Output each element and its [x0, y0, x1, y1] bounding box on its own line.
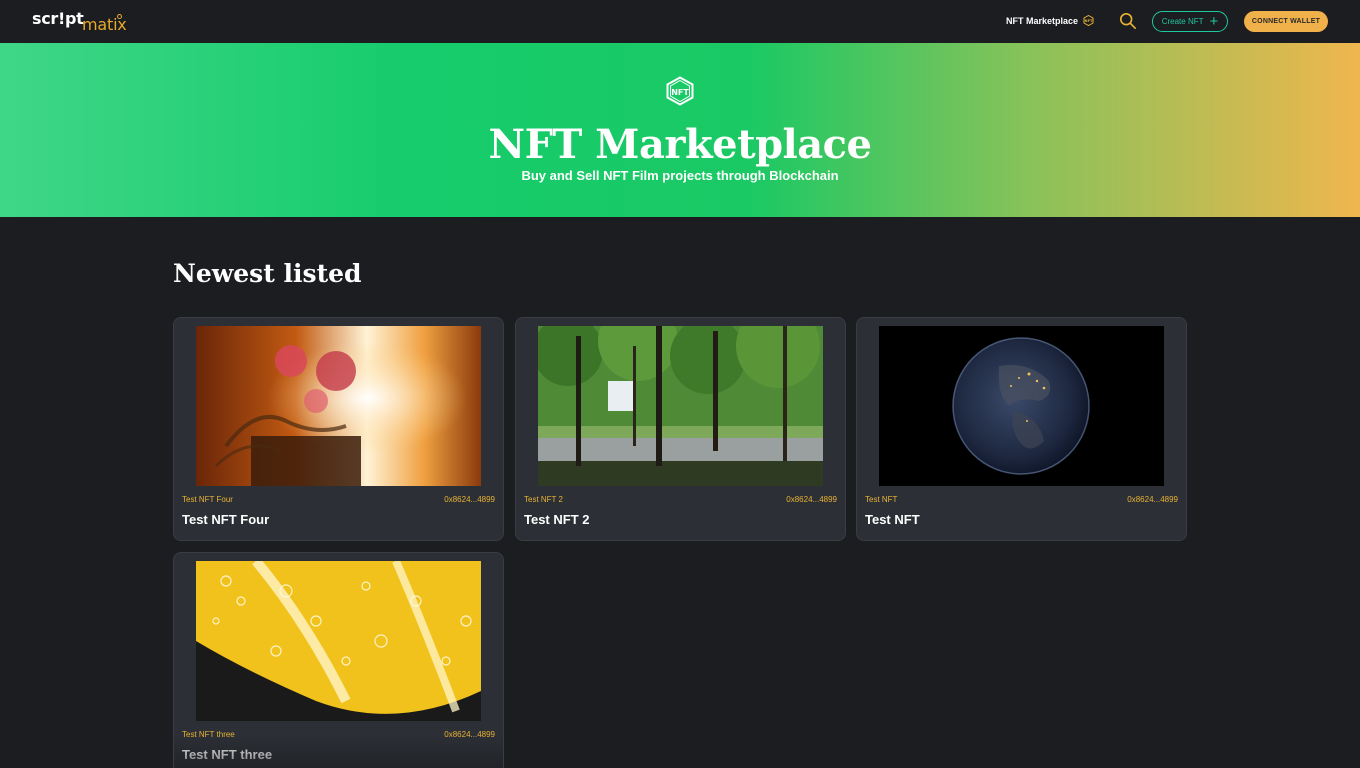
nft-card[interactable]: Test NFT Four 0x8624...4899 Test NFT Fou… — [173, 317, 504, 541]
create-nft-label: Create NFT — [1161, 17, 1204, 26]
nft-card-title: Test NFT three — [182, 747, 273, 762]
nft-thumbnail-earth — [879, 326, 1164, 486]
nft-hexagon-icon: NFT — [1083, 15, 1094, 26]
nav-link-label: NFT Marketplace — [1006, 15, 1079, 26]
nft-card-title: Test NFT Four — [182, 512, 270, 527]
nft-hexagon-icon: NFT — [666, 76, 694, 106]
nft-card-owner-address[interactable]: 0x8624...4899 — [1127, 495, 1178, 504]
nft-card-title: Test NFT — [865, 512, 920, 527]
nft-card[interactable]: Test NFT 0x8624...4899 Test NFT — [856, 317, 1187, 541]
nft-card-subtitle: Test NFT — [865, 495, 898, 504]
hero-banner: NFT NFT Marketplace Buy and Sell NFT Fil… — [0, 43, 1360, 217]
search-icon — [1119, 12, 1137, 30]
nav-link-nft-marketplace[interactable]: NFT Marketplace NFT — [1006, 15, 1094, 26]
nft-card-subtitle: Test NFT 2 — [524, 495, 563, 504]
plus-icon: + — [1209, 13, 1219, 30]
nft-card-owner-address[interactable]: 0x8624...4899 — [786, 495, 837, 504]
svg-text:NFT: NFT — [671, 88, 689, 97]
section-title-newest-listed: Newest listed — [173, 259, 362, 288]
nft-thumbnail-park — [538, 326, 823, 486]
top-navbar: scr!pt matix NFT Marketplace NFT Create … — [0, 0, 1360, 43]
hero-subtitle: Buy and Sell NFT Film projects through B… — [521, 168, 839, 183]
logo-dot-icon — [117, 14, 122, 19]
nft-card-owner-address[interactable]: 0x8624...4899 — [444, 495, 495, 504]
logo-part-script: scr!pt — [32, 9, 84, 28]
nft-card-owner-address[interactable]: 0x8624...4899 — [444, 730, 495, 739]
search-button[interactable] — [1119, 12, 1137, 30]
nft-card-subtitle: Test NFT Four — [182, 495, 233, 504]
nft-card-subtitle: Test NFT three — [182, 730, 235, 739]
connect-wallet-button[interactable]: CONNECT WALLET — [1244, 11, 1328, 32]
nft-card[interactable]: Test NFT 2 0x8624...4899 Test NFT 2 — [515, 317, 846, 541]
nft-card[interactable]: Test NFT three 0x8624...4899 Test NFT th… — [173, 552, 504, 768]
nft-thumbnail-flowers — [196, 326, 481, 486]
svg-text:NFT: NFT — [1085, 19, 1093, 23]
nft-thumbnail-lemon — [196, 561, 481, 721]
nft-card-title: Test NFT 2 — [524, 512, 590, 527]
hero-title: NFT Marketplace — [488, 121, 872, 168]
create-nft-button[interactable]: Create NFT + — [1152, 11, 1228, 32]
